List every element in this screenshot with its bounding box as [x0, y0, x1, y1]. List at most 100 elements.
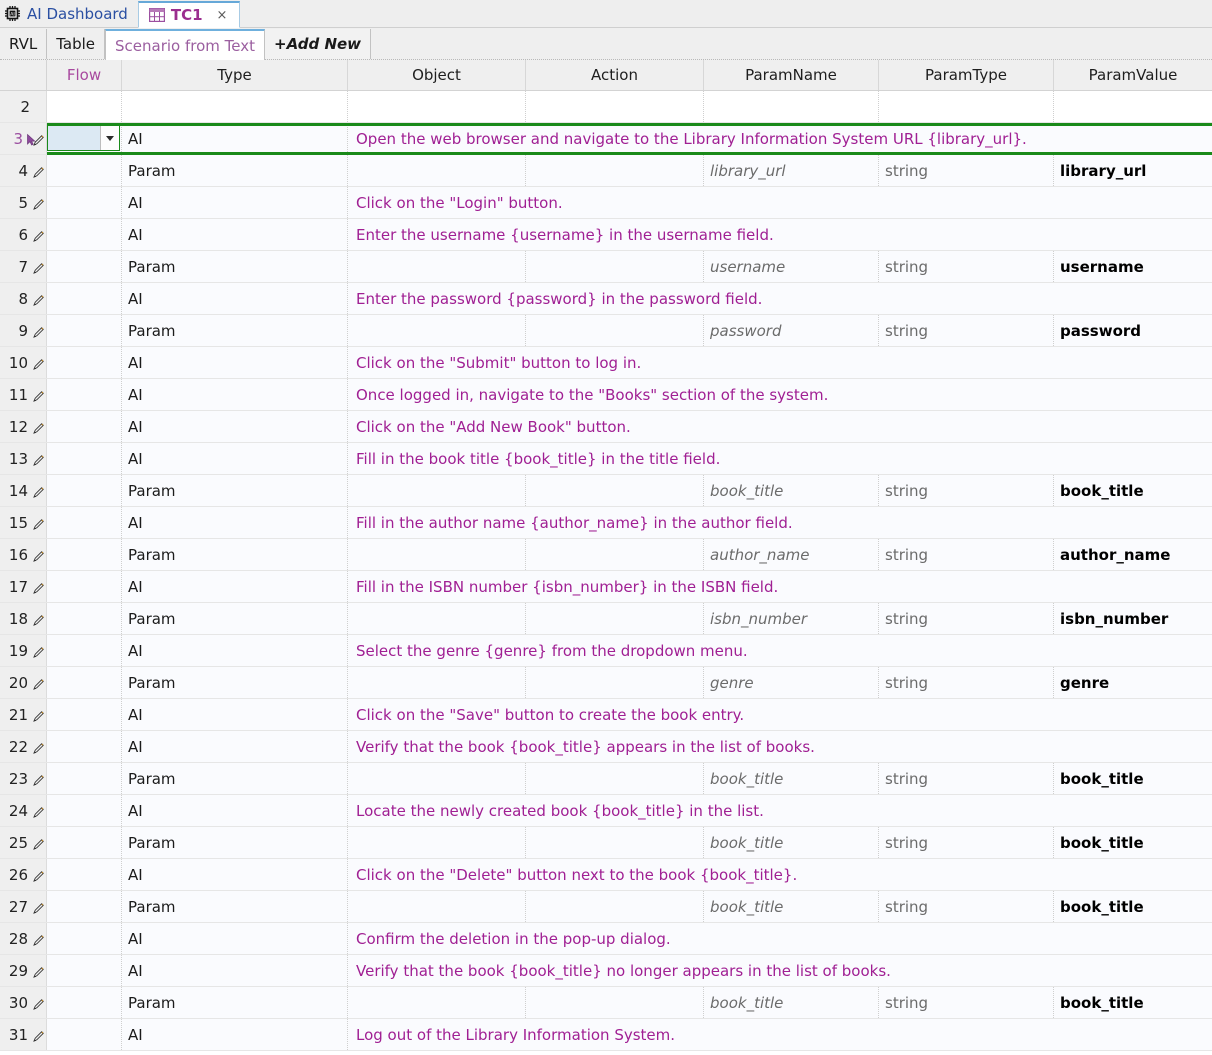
cell-paramtype[interactable]: string: [879, 155, 1054, 186]
cell-ai-instruction[interactable]: Once logged in, navigate to the "Books" …: [348, 379, 1212, 410]
table-row[interactable]: 11 AI Once logged in, navigate to the "Boo…: [0, 379, 1212, 411]
cell-flow[interactable]: [47, 603, 122, 634]
row-gutter[interactable]: 16: [0, 539, 47, 570]
cell-type[interactable]: AI: [122, 507, 348, 538]
cell-paramvalue[interactable]: book_title: [1054, 763, 1212, 794]
row-gutter[interactable]: 23: [0, 763, 47, 794]
cell-object[interactable]: [348, 827, 526, 858]
cell-action[interactable]: [526, 987, 704, 1018]
table-row[interactable]: 8 AI Enter the password {password} in the …: [0, 283, 1212, 315]
cell-paramvalue[interactable]: password: [1054, 315, 1212, 346]
cell-flow[interactable]: [47, 955, 122, 986]
cell-paramtype[interactable]: string: [879, 251, 1054, 282]
row-gutter[interactable]: 3: [0, 123, 47, 154]
cell-type[interactable]: AI: [122, 1019, 348, 1050]
row-gutter[interactable]: 2: [0, 91, 47, 122]
table-row[interactable]: 5 AI Click on the "Login" button.: [0, 187, 1212, 219]
cell-flow[interactable]: [47, 763, 122, 794]
cell-paramvalue[interactable]: author_name: [1054, 539, 1212, 570]
tab-ai-dashboard[interactable]: AI AI Dashboard: [0, 0, 138, 27]
table-row[interactable]: 31 AI Log out of the Library Information S…: [0, 1019, 1212, 1051]
cell-paramname[interactable]: author_name: [704, 539, 879, 570]
tab-table[interactable]: Table: [47, 29, 106, 59]
cell-flow[interactable]: [47, 411, 122, 442]
cell-paramname[interactable]: username: [704, 251, 879, 282]
table-row[interactable]: 10 AI Click on the "Submit" button to log …: [0, 347, 1212, 379]
column-header-paramname[interactable]: ParamName: [704, 60, 879, 90]
cell-paramvalue[interactable]: username: [1054, 251, 1212, 282]
table-row[interactable]: 9 Param password string password: [0, 315, 1212, 347]
cell-object[interactable]: [348, 155, 526, 186]
cell-paramtype[interactable]: string: [879, 763, 1054, 794]
cell-ai-instruction[interactable]: Log out of the Library Information Syste…: [348, 1019, 1212, 1050]
column-header-paramvalue[interactable]: ParamValue: [1054, 60, 1212, 90]
cell-paramname[interactable]: isbn_number: [704, 603, 879, 634]
row-gutter[interactable]: 17: [0, 571, 47, 602]
row-gutter[interactable]: 19: [0, 635, 47, 666]
row-gutter[interactable]: 27: [0, 891, 47, 922]
cell-ai-instruction[interactable]: Click on the "Save" button to create the…: [348, 699, 1212, 730]
row-gutter[interactable]: 8: [0, 283, 47, 314]
row-gutter[interactable]: 10: [0, 347, 47, 378]
cell-type[interactable]: Param: [122, 155, 348, 186]
cell-action[interactable]: [526, 155, 704, 186]
tab-tc1[interactable]: TC1 ×: [137, 1, 241, 28]
table-row[interactable]: 20 Param genre string genre: [0, 667, 1212, 699]
cell-flow[interactable]: [47, 795, 122, 826]
table-row[interactable]: 24 AI Locate the newly created book {book_…: [0, 795, 1212, 827]
cell-flow[interactable]: [47, 443, 122, 474]
table-row[interactable]: 3 AI Open the web browser and navigate to …: [0, 123, 1212, 155]
row-gutter[interactable]: 21: [0, 699, 47, 730]
cell-type[interactable]: AI: [122, 699, 348, 730]
cell-type[interactable]: AI: [122, 123, 348, 154]
cell-ai-instruction[interactable]: Verify that the book {book_title} appear…: [348, 731, 1212, 762]
cell-flow[interactable]: [47, 379, 122, 410]
cell-paramname[interactable]: book_title: [704, 987, 879, 1018]
cell-paramvalue[interactable]: [1054, 91, 1212, 122]
cell-flow[interactable]: [47, 699, 122, 730]
cell-object[interactable]: [348, 603, 526, 634]
table-row[interactable]: 18 Param isbn_number string isbn_number: [0, 603, 1212, 635]
cell-paramtype[interactable]: string: [879, 827, 1054, 858]
cell-object[interactable]: [348, 315, 526, 346]
cell-action[interactable]: [526, 315, 704, 346]
table-row[interactable]: 15 AI Fill in the author name {author_name…: [0, 507, 1212, 539]
cell-paramvalue[interactable]: genre: [1054, 667, 1212, 698]
cell-flow[interactable]: [47, 347, 122, 378]
cell-ai-instruction[interactable]: Click on the "Delete" button next to the…: [348, 859, 1212, 890]
cell-flow[interactable]: [47, 731, 122, 762]
cell-paramtype[interactable]: string: [879, 315, 1054, 346]
row-gutter[interactable]: 22: [0, 731, 47, 762]
cell-ai-instruction[interactable]: Click on the "Submit" button to log in.: [348, 347, 1212, 378]
cell-paramname[interactable]: book_title: [704, 475, 879, 506]
column-header-paramtype[interactable]: ParamType: [879, 60, 1054, 90]
cell-flow[interactable]: [47, 667, 122, 698]
row-gutter[interactable]: 29: [0, 955, 47, 986]
cell-ai-instruction[interactable]: Fill in the ISBN number {isbn_number} in…: [348, 571, 1212, 602]
cell-ai-instruction[interactable]: Locate the newly created book {book_titl…: [348, 795, 1212, 826]
table-row[interactable]: 16 Param author_name string author_name: [0, 539, 1212, 571]
table-row[interactable]: 23 Param book_title string book_title: [0, 763, 1212, 795]
cell-paramtype[interactable]: string: [879, 891, 1054, 922]
cell-type[interactable]: Param: [122, 603, 348, 634]
row-gutter[interactable]: 4: [0, 155, 47, 186]
row-gutter[interactable]: 15: [0, 507, 47, 538]
row-gutter[interactable]: 18: [0, 603, 47, 634]
table-row[interactable]: 26 AI Click on the "Delete" button next to…: [0, 859, 1212, 891]
cell-type[interactable]: Param: [122, 891, 348, 922]
cell-flow[interactable]: [47, 1019, 122, 1050]
cell-flow[interactable]: [47, 251, 122, 282]
cell-type[interactable]: Param: [122, 315, 348, 346]
cell-action[interactable]: [526, 603, 704, 634]
row-gutter[interactable]: 30: [0, 987, 47, 1018]
cell-action[interactable]: [526, 475, 704, 506]
table-row[interactable]: 25 Param book_title string book_title: [0, 827, 1212, 859]
cell-type[interactable]: [122, 91, 348, 122]
cell-object[interactable]: [348, 891, 526, 922]
cell-paramname[interactable]: library_url: [704, 155, 879, 186]
cell-paramvalue[interactable]: book_title: [1054, 827, 1212, 858]
cell-object[interactable]: [348, 91, 526, 122]
column-header-object[interactable]: Object: [348, 60, 526, 90]
close-icon[interactable]: ×: [215, 8, 230, 23]
cell-paramname[interactable]: book_title: [704, 827, 879, 858]
